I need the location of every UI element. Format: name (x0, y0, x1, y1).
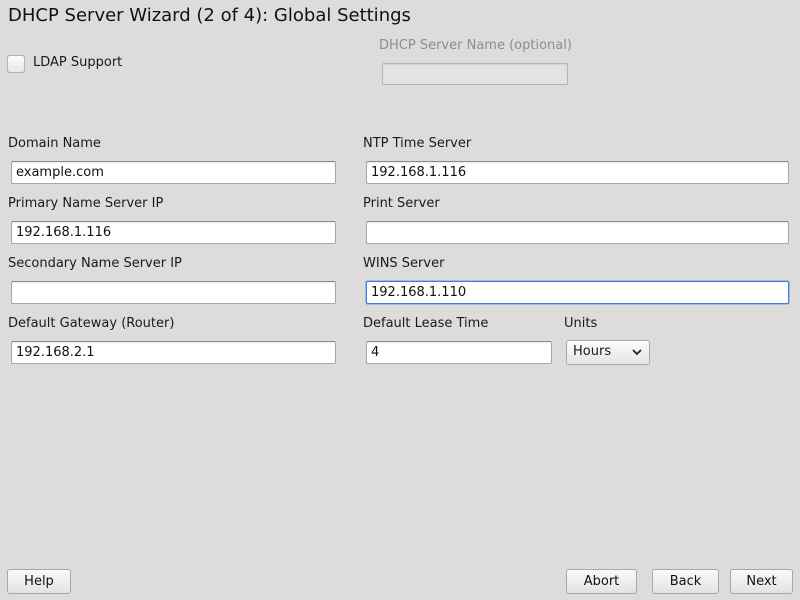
server-name-label: DHCP Server Name (optional) (379, 38, 572, 53)
ntp-server-input[interactable]: 192.168.1.116 (366, 161, 789, 184)
back-button[interactable]: Back (652, 569, 719, 594)
help-button[interactable]: Help (7, 569, 71, 594)
server-name-input[interactable] (382, 63, 568, 85)
ntp-server-label: NTP Time Server (363, 136, 472, 151)
lease-time-input[interactable]: 4 (366, 341, 552, 364)
units-selected-value: Hours (573, 344, 612, 359)
domain-name-input[interactable]: example.com (11, 161, 336, 184)
ldap-support-checkbox[interactable] (7, 55, 25, 73)
units-label: Units (564, 316, 598, 331)
secondary-ns-input[interactable] (11, 281, 336, 304)
wins-server-input[interactable]: 192.168.1.110 (366, 281, 789, 304)
gateway-input[interactable]: 192.168.2.1 (11, 341, 336, 364)
wins-server-label: WINS Server (363, 256, 445, 271)
domain-name-label: Domain Name (8, 136, 101, 151)
primary-ns-label: Primary Name Server IP (8, 196, 164, 211)
next-button[interactable]: Next (730, 569, 793, 594)
abort-button[interactable]: Abort (566, 569, 637, 594)
ldap-support-label[interactable]: LDAP Support (33, 55, 122, 70)
chevron-down-icon (632, 349, 642, 356)
print-server-input[interactable] (366, 221, 789, 244)
gateway-label: Default Gateway (Router) (8, 316, 175, 331)
secondary-ns-label: Secondary Name Server IP (8, 256, 182, 271)
wizard-title: DHCP Server Wizard (2 of 4): Global Sett… (8, 5, 411, 26)
print-server-label: Print Server (363, 196, 440, 211)
primary-ns-input[interactable]: 192.168.1.116 (11, 221, 336, 244)
lease-time-label: Default Lease Time (363, 316, 489, 331)
units-select[interactable]: Hours (566, 340, 650, 365)
